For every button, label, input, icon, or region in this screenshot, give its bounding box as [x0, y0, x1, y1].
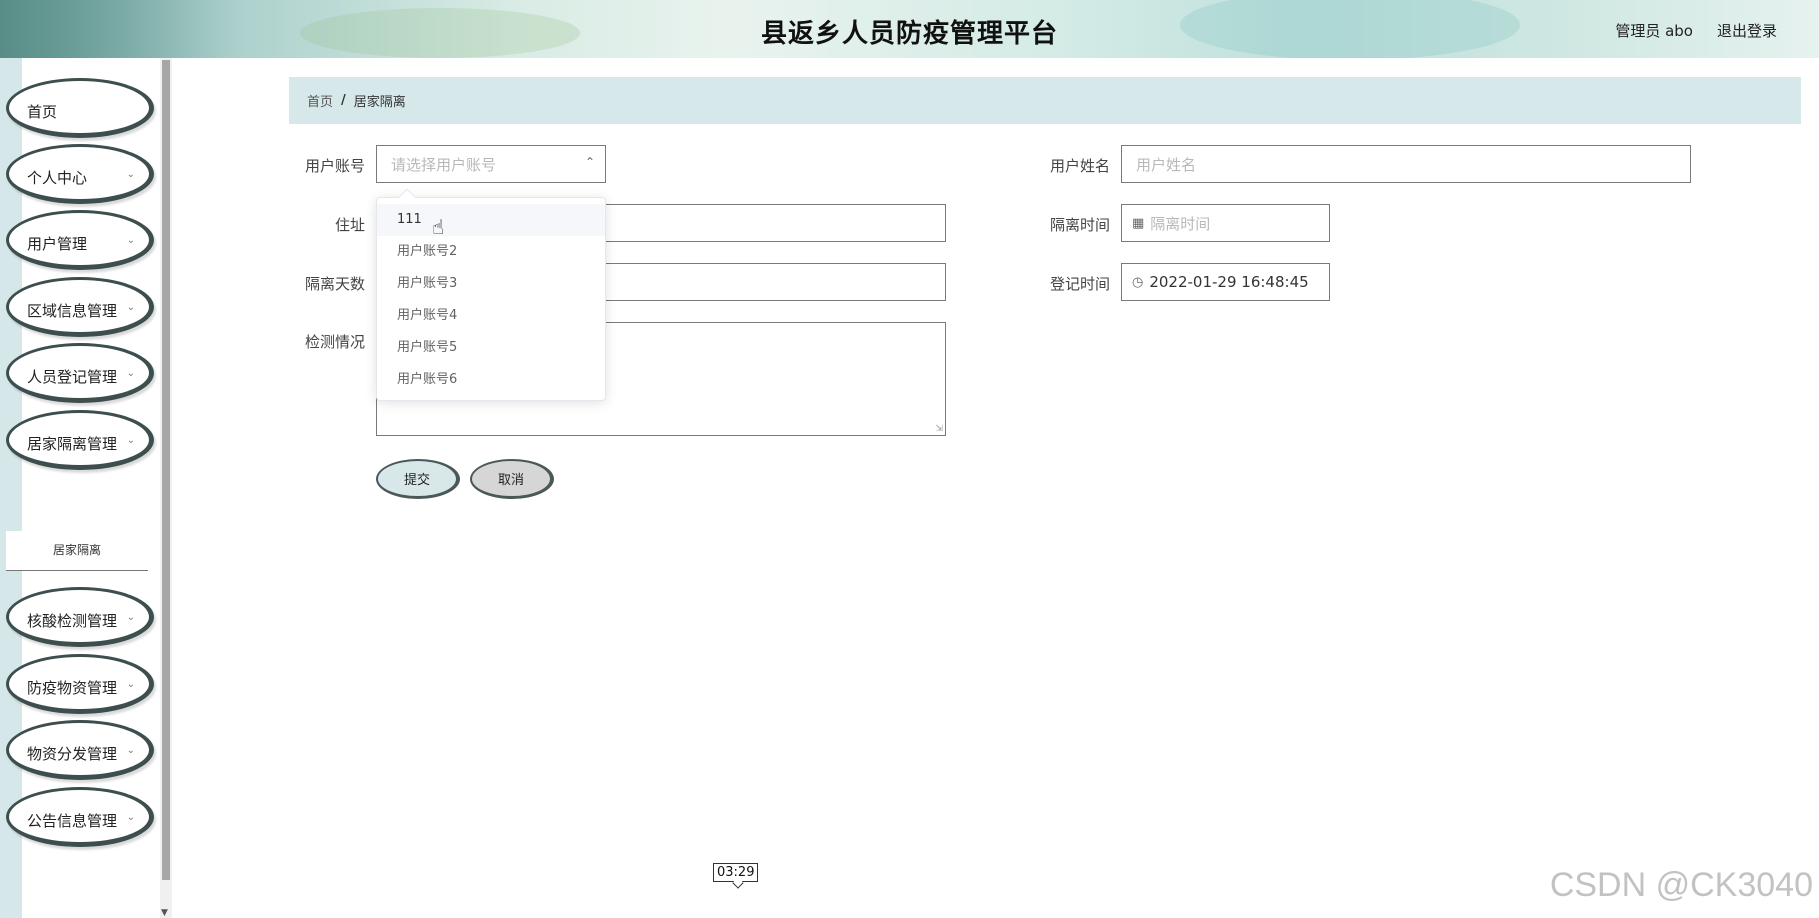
chevron-down-icon: ⌄: [126, 745, 135, 756]
chevron-down-icon: ⌄: [126, 302, 135, 313]
sidebar-item-label: 用户管理: [27, 235, 88, 253]
sidebar-item-supplies[interactable]: 防疫物资管理 ⌄: [6, 654, 154, 714]
breadcrumb-home-link[interactable]: 首页: [307, 91, 333, 110]
sidebar-item-home[interactable]: 首页: [6, 78, 154, 138]
account-label: 用户账号: [304, 157, 365, 175]
chevron-down-icon: ⌄: [126, 812, 135, 823]
register-time-value: 2022-01-29 16:48:45: [1149, 273, 1309, 291]
sidebar-item-home-isolation[interactable]: 居家隔离管理 ⌄: [6, 410, 154, 470]
sidebar-scrollbar[interactable]: ▼: [160, 58, 172, 918]
register-time-label: 登记时间: [1049, 275, 1110, 293]
watermark: CSDN @CK3040: [1549, 866, 1813, 904]
dropdown-option[interactable]: 用户账号6: [377, 364, 605, 396]
sidebar-item-region-management[interactable]: 区域信息管理 ⌄: [6, 277, 154, 337]
dropdown-option[interactable]: 用户账号2: [377, 236, 605, 268]
sidebar-item-label: 物资分发管理: [27, 745, 118, 763]
sidebar-item-personal-center[interactable]: 个人中心 ⌄: [6, 144, 154, 204]
scroll-down-arrow-icon[interactable]: ▼: [161, 908, 168, 918]
chevron-up-icon: ⌃: [584, 155, 595, 169]
app-title: 县返乡人员防疫管理平台: [760, 19, 1058, 49]
sidebar-item-label: 公告信息管理: [27, 812, 118, 830]
isolation-time-picker[interactable]: ▦ 隔离时间: [1121, 204, 1330, 242]
dropdown-option[interactable]: 用户账号3: [377, 268, 605, 300]
admin-user-label: 管理员 abo: [1615, 22, 1693, 40]
breadcrumb: 首页 / 居家隔离: [289, 77, 1801, 124]
chevron-down-icon: ⌄: [126, 368, 135, 379]
sidebar-item-label: 防疫物资管理: [27, 679, 118, 697]
sidebar-item-person-registration[interactable]: 人员登记管理 ⌄: [6, 343, 154, 403]
isolation-time-label: 隔离时间: [1049, 216, 1110, 234]
sidebar-item-label: 首页: [27, 103, 58, 121]
sidebar-item-label: 人员登记管理: [27, 368, 118, 386]
header-bar: 县返乡人员防疫管理平台 管理员 abo 退出登录: [0, 0, 1819, 58]
clock-icon: ◷: [1132, 274, 1144, 290]
test-status-label: 检测情况: [304, 333, 365, 351]
breadcrumb-separator: /: [341, 93, 346, 108]
account-select[interactable]: 请选择用户账号 ⌃: [376, 145, 606, 183]
isolation-days-label: 隔离天数: [304, 275, 365, 293]
dropdown-option[interactable]: 用户账号5: [377, 332, 605, 364]
sidebar-item-distribution[interactable]: 物资分发管理 ⌄: [6, 720, 154, 780]
account-dropdown: 111 用户账号2 用户账号3 用户账号4 用户账号5 用户账号6: [376, 188, 606, 401]
chevron-down-icon: ⌄: [126, 435, 135, 446]
cancel-button[interactable]: 取消: [470, 459, 554, 499]
sidebar-item-label: 核酸检测管理: [27, 612, 118, 630]
sidebar-item-user-management[interactable]: 用户管理 ⌄: [6, 210, 154, 270]
chevron-down-icon: ⌄: [126, 679, 135, 690]
sidebar-item-label: 区域信息管理: [27, 302, 118, 320]
user-name-input[interactable]: 用户姓名: [1121, 145, 1691, 183]
isolation-time-placeholder: 隔离时间: [1150, 214, 1211, 233]
user-name-label: 用户姓名: [1049, 157, 1110, 175]
address-label: 住址: [334, 216, 365, 234]
scrollbar-thumb[interactable]: [162, 60, 170, 880]
logout-button[interactable]: 退出登录: [1717, 20, 1777, 41]
register-time-picker[interactable]: ◷ 2022-01-29 16:48:45: [1121, 263, 1330, 301]
sidebar-menu: 首页 个人中心 ⌄ 用户管理 ⌄ 区域信息管理 ⌄ 人员登记管理 ⌄ 居家隔离管…: [0, 58, 160, 918]
chevron-down-icon: ⌄: [126, 169, 135, 180]
sidebar-subitem-home-isolation[interactable]: 居家隔离: [6, 531, 148, 571]
account-placeholder: 请选择用户账号: [391, 155, 497, 174]
chevron-down-icon: ⌄: [126, 612, 135, 623]
dropdown-option[interactable]: 用户账号4: [377, 300, 605, 332]
sidebar-item-label: 居家隔离管理: [27, 435, 118, 453]
breadcrumb-current: 居家隔离: [353, 95, 406, 110]
dropdown-option[interactable]: 111: [377, 204, 605, 236]
calendar-icon: ▦: [1132, 215, 1145, 231]
hand-pointer-icon: ☝: [432, 215, 445, 239]
sidebar-item-label: 个人中心: [27, 169, 88, 187]
sidebar-item-announcements[interactable]: 公告信息管理 ⌄: [6, 787, 154, 847]
user-name-placeholder: 用户姓名: [1136, 155, 1197, 174]
sidebar-item-nucleic-test[interactable]: 核酸检测管理 ⌄: [6, 587, 154, 647]
dropdown-arrow: [398, 188, 416, 206]
submit-button[interactable]: 提交: [376, 459, 460, 499]
resize-grip-icon[interactable]: ⇲: [935, 424, 943, 434]
chevron-down-icon: ⌄: [126, 235, 135, 246]
video-time-tooltip: 03:29: [713, 863, 759, 882]
